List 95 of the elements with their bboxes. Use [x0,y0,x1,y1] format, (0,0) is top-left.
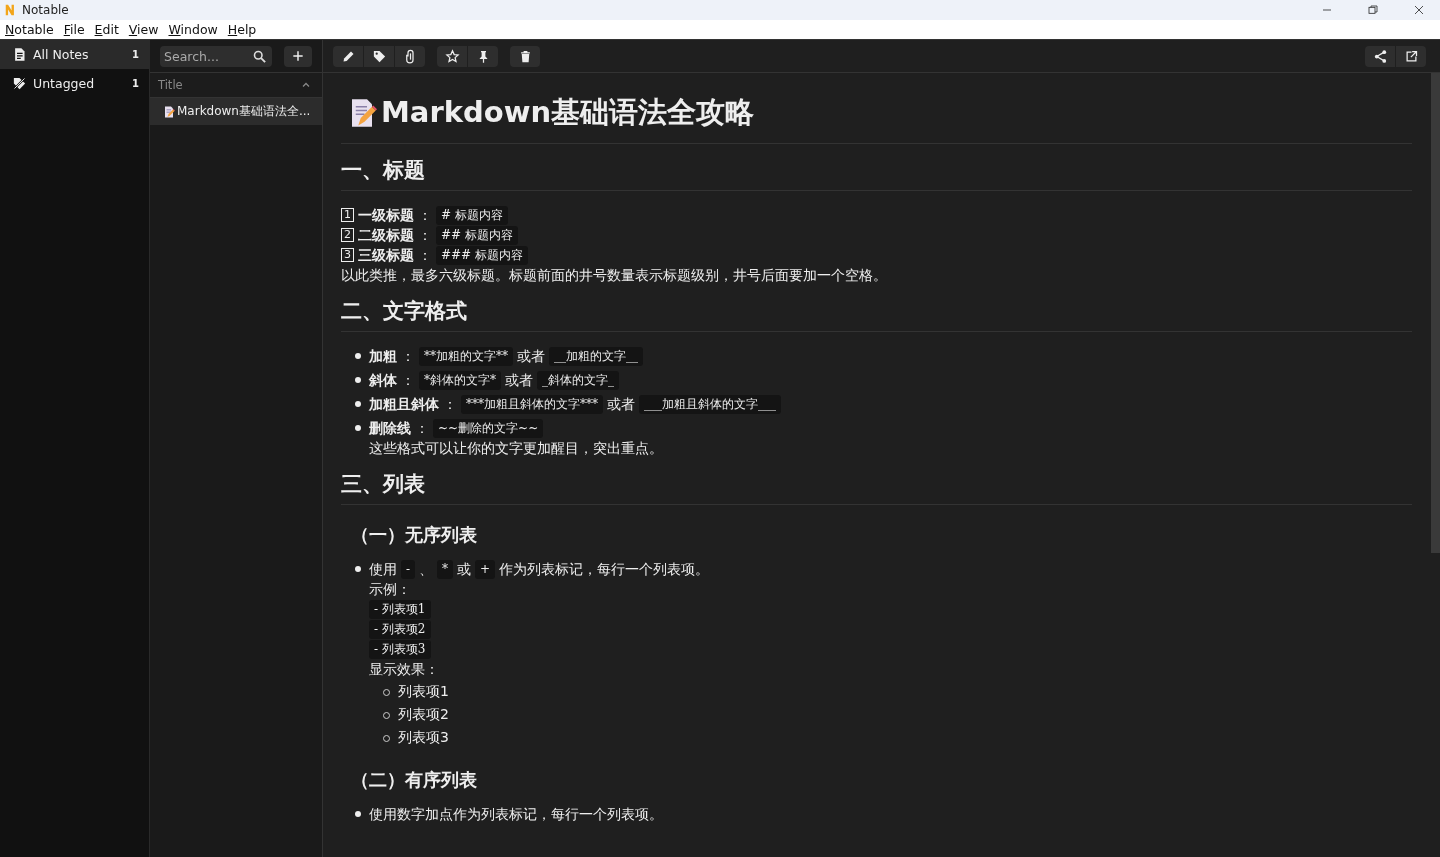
body-text: ： [415,419,429,438]
body-text: 或 [457,560,472,579]
body-text: 使用数字加点作为列表标记，每行一个列表项。 [369,805,663,824]
bullet-icon [355,566,361,572]
body-text: 或者 [607,395,635,414]
label-text: 一级标题 [358,206,414,225]
menu-item[interactable]: Notable [5,22,54,37]
code-span: ***加粗且斜体的文字*** [461,394,603,414]
code-span: *斜体的文字* [419,370,501,390]
attach-button[interactable] [395,45,425,67]
bullet-icon [355,401,361,407]
plus-icon [291,49,305,63]
section-heading: 一、标题 [341,156,1412,191]
memo-icon [163,105,175,118]
bullet-icon [355,377,361,383]
code-span: - 列表项1 [369,599,431,619]
delete-button[interactable] [510,45,540,67]
bullet-icon [355,353,361,359]
label-text: 加粗 [369,347,397,366]
search-icon [252,48,267,64]
number-key: 3 [341,248,354,262]
body-text: 或者 [517,347,545,366]
document-icon [12,47,27,62]
favorite-button[interactable] [437,45,467,67]
share-button[interactable] [1365,45,1395,67]
number-key: 2 [341,228,354,242]
body-text: 列表项1 [398,682,449,701]
body-text: 列表项2 [398,705,449,724]
menu-item[interactable]: Window [168,22,218,37]
note-title: Markdown基础语法全... [177,103,311,120]
new-note-button[interactable] [284,45,312,67]
code-span: __加粗的文字__ [549,346,643,366]
code-span: **加粗的文字** [419,346,513,366]
body-text: 这些格式可以让你的文字更加醒目，突出重点。 [369,439,663,458]
code-span: _斜体的文字_ [537,370,619,390]
window-title: Notable [22,3,69,17]
tag-icon [371,48,387,64]
column-title: Title [158,78,183,92]
body-text: 以此类推，最多六级标题。标题前面的井号数量表示标题级别，井号后面要加一个空格。 [341,266,887,285]
label-text: 加粗且斜体 [369,395,439,414]
body-text: 、 [419,560,434,579]
code-span: * [437,559,454,579]
menu-item[interactable]: File [63,22,85,37]
bullet-icon [355,425,361,431]
heading-text: Markdown基础语法全攻略 [381,94,755,131]
search-field[interactable]: Search... [160,45,272,67]
section-heading: 二、文字格式 [341,297,1412,332]
label-text: 二级标题 [358,226,414,245]
body-text: ： [418,246,432,265]
code-span: + [475,559,496,579]
note-count: 1 [132,78,139,89]
body-text: 列表项3 [398,728,449,747]
edit-button[interactable] [333,45,363,67]
tag-button[interactable] [364,45,394,67]
body-text: 或者 [505,371,533,390]
body-text: ： [401,347,415,366]
code-span: ## 标题内容 [436,225,518,245]
star-icon [444,48,460,64]
body-text: ： [443,395,457,414]
note-count: 1 [132,49,139,60]
code-span: ~~删除的文字~~ [433,418,544,438]
code-span: - 列表项2 [369,619,431,639]
body-text: 显示效果： [369,660,439,679]
section-heading: 三、列表 [341,470,1412,505]
pin-button[interactable] [468,45,498,67]
code-span: ___加粗且斜体的文字___ [639,394,781,414]
sidebar-item[interactable]: All Notes 1 [0,40,149,69]
code-span: - 列表项3 [369,639,431,659]
code-span: ### 标题内容 [436,245,528,265]
number-key: 1 [341,208,354,222]
body-text: 示例： [369,580,411,599]
sidebar-label: Untagged [33,76,96,91]
body-text: ： [401,371,415,390]
code-span: # 标题内容 [436,205,508,225]
sidebar-label: All Notes [33,47,90,62]
subsection-heading: （二）有序列表 [351,768,478,792]
menu-item[interactable]: Help [227,22,257,37]
share-icon [1372,48,1388,64]
note-item[interactable]: Markdown基础语法全... [150,98,322,125]
body-text: ： [418,206,432,225]
code-span: - [401,559,416,579]
label-text: 斜体 [369,371,397,390]
body-text: 使用 [369,560,397,579]
body-text: 作为列表标记，每行一个列表项。 [499,560,710,579]
tag-slash-icon [12,76,27,91]
open-external-button[interactable] [1396,45,1426,67]
menu-item[interactable]: Edit [94,22,119,37]
subsection-heading: （一）无序列表 [351,523,478,547]
bullet-icon [355,811,361,817]
sidebar-item[interactable]: Untagged 1 [0,69,149,98]
menu-item[interactable]: View [128,22,159,37]
body-text: ： [418,226,432,245]
label-text: 三级标题 [358,246,414,265]
label-text: 删除线 [369,419,411,438]
scrollbar-thumb[interactable] [1431,73,1440,553]
